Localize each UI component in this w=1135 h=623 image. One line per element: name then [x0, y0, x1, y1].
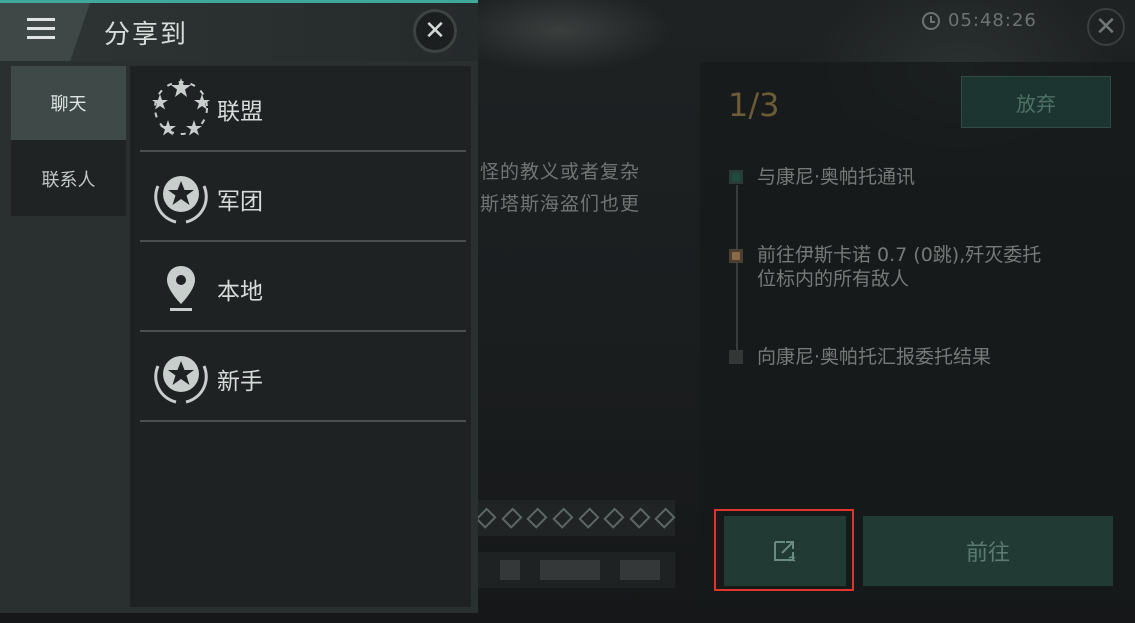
menu-icon[interactable] — [27, 18, 55, 40]
background-indicator-row — [470, 500, 676, 536]
rookie-star-icon — [154, 356, 208, 404]
clock-icon — [922, 11, 940, 30]
step-marker-pending — [729, 350, 743, 364]
background-text-line: 斯塔斯海盗们也更 — [480, 193, 641, 215]
close-icon[interactable]: ✕ — [1087, 8, 1125, 46]
clock: 05:48:26 — [922, 10, 1037, 31]
mission-progress: 1/3 — [728, 86, 780, 124]
mission-step: 向康尼·奥帕托汇报委托结果 — [757, 346, 992, 368]
channel-label: 本地 — [217, 279, 263, 305]
mission-step-line: 位标内的所有敌人 — [757, 268, 910, 290]
channel-label: 新手 — [217, 369, 263, 395]
close-icon[interactable]: ✕ — [413, 9, 457, 53]
mission-step-line: 前往伊斯卡诺 0.7 (0跳),歼灭委托 — [757, 244, 1042, 266]
channel-item-alliance[interactable]: 联盟 — [140, 64, 466, 152]
background-bar — [470, 552, 675, 588]
channel-item-rookie[interactable]: 新手 — [140, 334, 466, 422]
channel-label: 联盟 — [217, 99, 263, 125]
clock-time: 05:48:26 — [948, 10, 1037, 31]
corp-star-icon — [154, 176, 208, 224]
step-marker-done — [729, 170, 743, 184]
step-marker-current — [729, 249, 743, 263]
tab-chat[interactable]: 聊天 — [11, 66, 126, 140]
alliance-stars-icon — [152, 78, 210, 136]
channel-item-local[interactable]: 本地 — [140, 244, 466, 332]
share-button-highlight — [714, 509, 854, 591]
mission-step: 前往伊斯卡诺 0.7 (0跳),歼灭委托 位标内的所有敌人 — [757, 243, 1041, 291]
goto-button[interactable]: 前往 — [863, 516, 1113, 586]
channel-item-corp[interactable]: 军团 — [140, 154, 466, 242]
channel-label: 军团 — [217, 189, 263, 215]
abandon-button[interactable]: 放弃 — [961, 76, 1111, 128]
background-text-line: 怪的教义或者复杂 — [480, 161, 641, 183]
mission-step: 与康尼·奥帕托通讯 — [757, 166, 916, 188]
dialog-title: 分享到 — [104, 20, 189, 50]
location-pin-icon — [167, 266, 195, 311]
step-connector — [736, 185, 738, 357]
tab-contacts[interactable]: 联系人 — [11, 142, 126, 216]
